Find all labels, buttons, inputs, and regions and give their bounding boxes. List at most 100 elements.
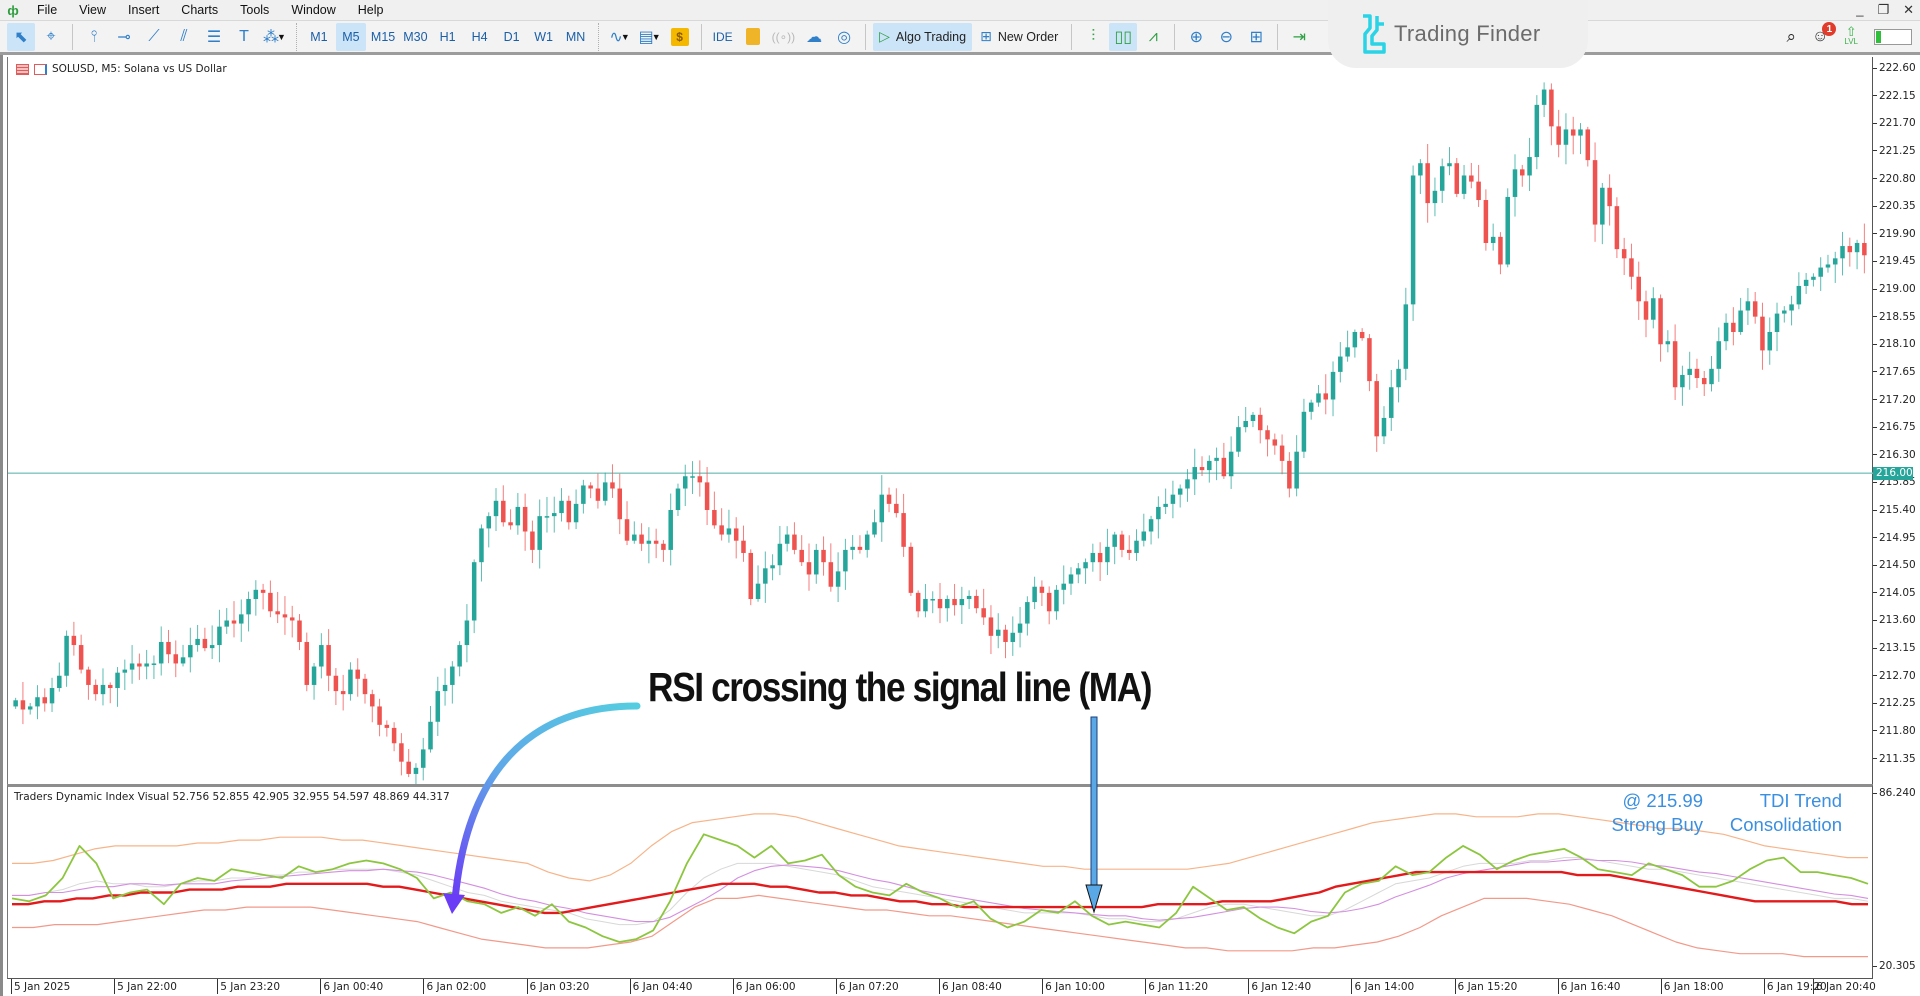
menu-charts[interactable]: Charts <box>170 0 229 20</box>
candle <box>1796 272 1802 310</box>
ide-button[interactable]: IDE <box>709 23 737 51</box>
search-icon[interactable]: ⌕ <box>1786 27 1796 47</box>
crosshair-tool-button[interactable]: ⌖ <box>37 23 65 51</box>
community-button[interactable]: ◎ <box>830 23 858 51</box>
candle <box>129 645 135 684</box>
trade-signal-line <box>12 858 1869 923</box>
candle <box>602 472 608 506</box>
timeframe-h1[interactable]: H1 <box>433 23 463 51</box>
candle <box>435 676 441 736</box>
price-axis-tick: 213.15 <box>1873 642 1916 654</box>
shapes-tool-button[interactable]: ⁂ ▼ <box>260 23 289 51</box>
candle <box>1403 287 1409 381</box>
account-toolbar: ⌕ ☺ 1 ⇧ LVL <box>1786 22 1912 52</box>
text-tool-button[interactable]: T <box>230 23 258 51</box>
bar-chart-button[interactable]: ⫶ <box>1079 23 1107 51</box>
cursor-tool-button[interactable]: ⬉ <box>7 22 35 51</box>
candle <box>588 482 593 499</box>
candle <box>1279 434 1285 475</box>
indicators-button[interactable]: ∿ ▼ <box>606 23 634 51</box>
timeframe-m15[interactable]: M15 <box>368 23 398 51</box>
candle <box>1134 529 1139 561</box>
indicator-axis[interactable]: 86.240 20.305 <box>1873 784 1920 979</box>
candle <box>1672 324 1678 400</box>
candle <box>1520 164 1525 187</box>
algo-trading-button[interactable]: ▷ Algo Trading <box>873 22 973 51</box>
menu-view[interactable]: View <box>68 0 117 20</box>
candle <box>115 667 120 707</box>
timeframe-m1[interactable]: M1 <box>304 23 334 51</box>
candle <box>355 658 360 697</box>
minimize-icon[interactable]: _ <box>1856 0 1863 20</box>
price-axis-tick: 214.95 <box>1873 532 1916 544</box>
candle <box>1185 469 1190 502</box>
trendline-tool-button[interactable]: ⟋ <box>140 23 168 51</box>
market-button[interactable]: $ <box>666 23 694 51</box>
candle <box>57 662 62 692</box>
timeframe-m30[interactable]: M30 <box>400 23 430 51</box>
timeframe-m5[interactable]: M5 <box>335 22 366 51</box>
new-order-button[interactable]: ⊞ New Order <box>974 23 1064 51</box>
candle <box>1257 407 1263 444</box>
restore-icon[interactable]: ❐ <box>1877 0 1889 20</box>
templates-button[interactable]: ▤ ▼ <box>636 23 664 51</box>
account-button[interactable]: ☺ 1 <box>1812 22 1837 46</box>
candle <box>923 583 928 618</box>
candle <box>1156 496 1161 539</box>
candle <box>1061 565 1066 605</box>
menu-help[interactable]: Help <box>347 0 395 20</box>
candle <box>13 697 18 709</box>
price-axis-tick: 211.80 <box>1873 725 1916 737</box>
play-icon: ▷ <box>879 28 890 44</box>
chart-properties-icon[interactable] <box>34 63 47 75</box>
close-icon[interactable]: ✕ <box>1903 0 1914 20</box>
candlestick-chart-button[interactable]: ▯▯ <box>1109 22 1138 51</box>
line-chart-button[interactable]: ⩘ <box>1139 23 1167 51</box>
ide-label: IDE <box>712 29 733 44</box>
zoom-in-button[interactable]: ⊕ <box>1182 23 1210 51</box>
indicator-pane[interactable]: Traders Dynamic Index Visual 52.756 52.8… <box>7 784 1873 979</box>
menu-tools[interactable]: Tools <box>229 0 280 20</box>
candle <box>1432 177 1438 217</box>
time-axis[interactable]: 5 Jan 2025 5 Jan 22:00 5 Jan 23:20 6 Jan 00… <box>7 979 1876 996</box>
vps-button[interactable]: ☁ <box>800 23 828 51</box>
timeframe-d1[interactable]: D1 <box>497 23 527 51</box>
chevron-down-icon: ▼ <box>620 31 630 42</box>
fibonacci-tool-button[interactable]: ☰ <box>200 23 228 51</box>
price-axis[interactable]: 222.60 222.15 221.70 221.25 220.80 220.35 219.… <box>1873 57 1920 785</box>
time-axis-tick: 6 Jan 10:00 <box>1042 979 1105 994</box>
one-click-trading-icon[interactable] <box>16 63 29 75</box>
menu-insert[interactable]: Insert <box>117 0 170 20</box>
candle <box>100 668 106 706</box>
timeframe-mn[interactable]: MN <box>561 23 591 51</box>
price-axis-tick: 220.80 <box>1873 173 1916 185</box>
price-axis-tick: 218.10 <box>1873 338 1916 350</box>
candle <box>1323 374 1329 415</box>
tile-windows-button[interactable]: ⊞ <box>1242 23 1270 51</box>
candle <box>697 460 703 497</box>
candle <box>661 540 666 562</box>
horizontal-line-tool-button[interactable]: ⊸ <box>110 23 138 51</box>
menu-window[interactable]: Window <box>280 0 346 20</box>
zoom-out-button[interactable]: ⊖ <box>1212 23 1240 51</box>
trading-terminal-window: ф File View Insert Charts Tools Window H… <box>0 0 1920 996</box>
market-store-button[interactable] <box>739 23 767 51</box>
candle <box>1112 531 1117 565</box>
indicator-axis-min: 20.305 <box>1873 960 1916 972</box>
timeframe-h4[interactable]: H4 <box>465 23 495 51</box>
signals-button[interactable]: ((∘)) <box>769 23 799 51</box>
channel-tool-button[interactable]: ⫽ <box>170 23 198 51</box>
candle <box>1825 254 1831 273</box>
brand-name: Trading Finder <box>1394 21 1541 46</box>
candle <box>1301 398 1307 459</box>
candle <box>937 582 943 624</box>
autoscroll-button[interactable]: ⇥ <box>1285 23 1313 51</box>
menu-file[interactable]: File <box>26 0 68 20</box>
candle <box>1716 327 1722 382</box>
vertical-line-tool-button[interactable]: ⫯ <box>80 23 108 51</box>
candle <box>988 605 994 655</box>
algo-trading-label: Algo Trading <box>895 29 967 44</box>
time-axis-tick: 6 Jan 02:00 <box>423 979 486 994</box>
price-axis-tick: 211.35 <box>1873 753 1916 765</box>
timeframe-w1[interactable]: W1 <box>529 23 559 51</box>
